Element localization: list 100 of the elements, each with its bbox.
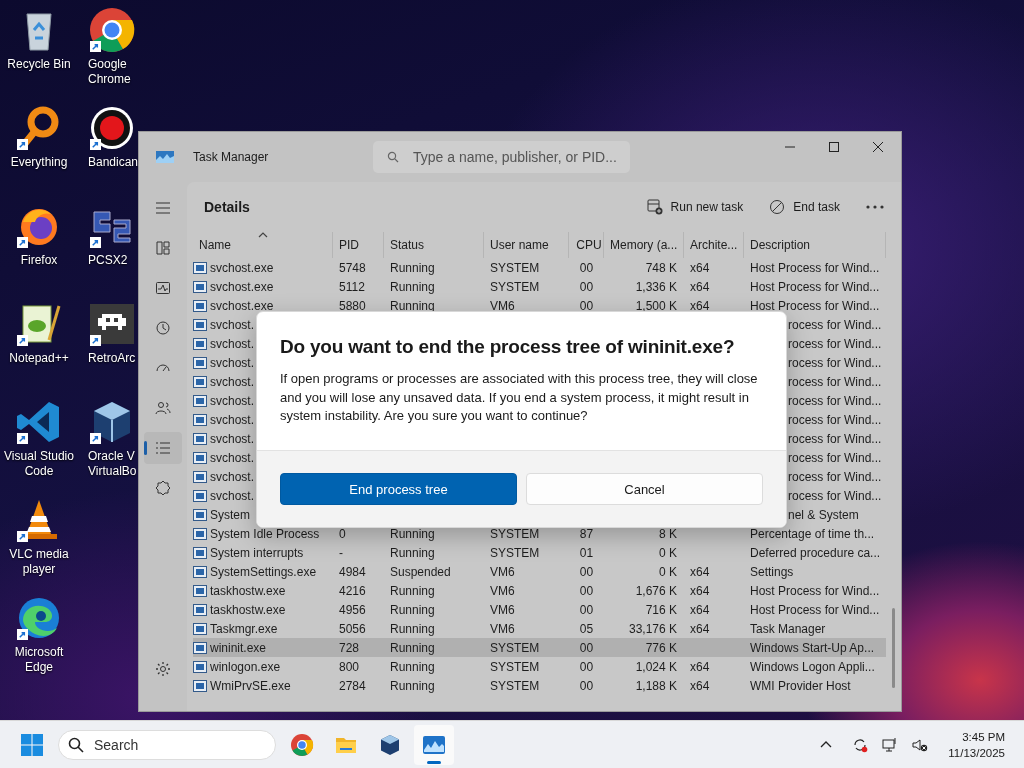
table-cell: Settings: [750, 564, 794, 579]
table-cell: 00: [579, 640, 594, 655]
table-cell: Running: [390, 298, 435, 313]
dialog-message: If open programs or processes are associated with this process tree, they will close and you will lose any unsaved data. If you end a system process, it might result in system instability. Are you sure you want to continue?: [280, 370, 758, 425]
table-cell: 0 K: [659, 545, 677, 560]
table-cell: 1,336 K: [635, 279, 677, 294]
table-cell: 8 K: [659, 526, 677, 541]
shortcut-label: PCSX2: [88, 253, 128, 268]
table-cell: Host Process for Wind...: [750, 298, 880, 313]
table-cell: Host Process for Wind...: [750, 260, 880, 275]
table-cell: Host Process for Wind...: [750, 279, 880, 294]
table-cell: x64: [690, 260, 710, 275]
table-cell: svchost.: [210, 450, 254, 465]
table-cell: VM6: [490, 602, 515, 617]
table-cell: 00: [579, 260, 594, 275]
table-cell: x64: [690, 621, 710, 636]
table-cell: System Idle Process: [210, 526, 320, 541]
table-cell: 748 K: [645, 260, 677, 275]
table-cell: x64: [690, 298, 710, 313]
table-cell: 5880: [339, 298, 366, 313]
table-cell: Running: [390, 583, 435, 598]
table-cell: VM6: [490, 583, 515, 598]
table-cell: rocess for Wind...: [788, 374, 882, 389]
table-cell: Host Process for Wind...: [750, 583, 880, 598]
table-cell: 00: [579, 279, 594, 294]
table-cell: rocess for Wind...: [788, 393, 882, 408]
table-cell: svchost.: [210, 374, 254, 389]
table-cell: VM6: [490, 298, 515, 313]
table-cell: 728: [339, 640, 360, 655]
table-cell: 716 K: [645, 602, 677, 617]
table-cell: svchost.exe: [210, 298, 274, 313]
table-cell: svchost.: [210, 412, 254, 427]
table-cell: svchost.: [210, 336, 254, 351]
table-cell: WMI Provider Host: [750, 678, 851, 693]
table-cell: 01: [579, 545, 594, 560]
table-cell: 1,188 K: [635, 678, 677, 693]
table-cell: Percentage of time th...: [750, 526, 875, 541]
table-cell: 800: [339, 659, 360, 674]
table-cell: SystemSettings.exe: [210, 564, 317, 579]
shortcut-label: Recycle Bin: [7, 57, 71, 72]
table-cell: Running: [390, 260, 435, 275]
table-cell: 1,024 K: [635, 659, 677, 674]
table-cell: SYSTEM: [490, 526, 540, 541]
table-cell: svchost.: [210, 488, 254, 503]
table-cell: 4216: [339, 583, 366, 598]
table-cell: 00: [579, 659, 594, 674]
table-cell: 0 K: [659, 564, 677, 579]
table-cell: 5056: [339, 621, 366, 636]
table-cell: rocess for Wind...: [788, 431, 882, 446]
table-cell: Suspended: [390, 564, 451, 579]
table-cell: VM6: [490, 621, 515, 636]
table-cell: 00: [579, 678, 594, 693]
table-cell: rocess for Wind...: [788, 488, 882, 503]
shortcut-label: Google Chrome: [88, 57, 132, 87]
window-title: Task Manager: [193, 150, 270, 164]
table-cell: SYSTEM: [490, 659, 540, 674]
table-cell: Running: [390, 678, 435, 693]
table-cell: Deferred procedure ca...: [750, 545, 881, 560]
table-cell: rocess for Wind...: [788, 336, 882, 351]
table-cell: 4984: [339, 564, 366, 579]
table-cell: 1,500 K: [635, 298, 677, 313]
table-cell: Running: [390, 659, 435, 674]
table-cell: Running: [390, 640, 435, 655]
table-cell: Running: [390, 545, 435, 560]
table-cell: System: [210, 507, 250, 522]
table-cell: rocess for Wind...: [788, 412, 882, 427]
table-cell: SYSTEM: [490, 640, 540, 655]
table-cell: 0: [339, 526, 346, 541]
table-cell: nel & System: [788, 507, 859, 522]
table-cell: x64: [690, 602, 710, 617]
table-cell: SYSTEM: [490, 678, 540, 693]
table-cell: rocess for Wind...: [788, 317, 882, 332]
table-cell: svchost.: [210, 317, 254, 332]
table-cell: -: [339, 545, 343, 560]
table-cell: 776 K: [645, 640, 677, 655]
table-cell: svchost.exe: [210, 260, 274, 275]
table-cell: Running: [390, 602, 435, 617]
table-cell: taskhostw.exe: [210, 583, 286, 598]
table-cell: Running: [390, 526, 435, 541]
table-cell: 5748: [339, 260, 366, 275]
shortcut-label: Visual Studio Code: [3, 449, 75, 479]
table-cell: 2784: [339, 678, 366, 693]
table-cell: 00: [579, 583, 594, 598]
table-cell: x64: [690, 583, 710, 598]
table-cell: 1,676 K: [635, 583, 677, 598]
table-cell: SYSTEM: [490, 279, 540, 294]
table-cell: System interrupts: [210, 545, 304, 560]
shortcut-label: Firefox: [20, 253, 58, 268]
table-cell: Windows Start-Up Ap...: [750, 640, 875, 655]
shortcut-label: Bandican: [88, 155, 138, 170]
table-cell: 00: [579, 602, 594, 617]
table-cell: Running: [390, 279, 435, 294]
table-cell: 5112: [339, 279, 365, 294]
shortcut-label: Everything: [10, 155, 68, 170]
table-cell: VM6: [490, 564, 515, 579]
table-cell: 00: [579, 564, 594, 579]
table-cell: 4956: [339, 602, 366, 617]
table-cell: Taskmgr.exe: [210, 621, 278, 636]
shortcut-label: Notepad++: [9, 351, 69, 366]
table-cell: svchost.exe: [210, 279, 274, 294]
